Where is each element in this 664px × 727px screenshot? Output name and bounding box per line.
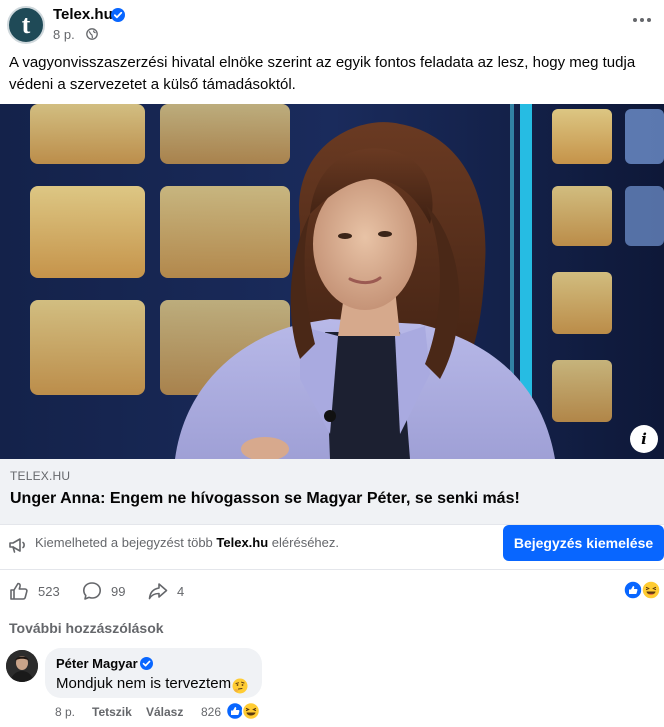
post-timestamp[interactable]: 8 p.	[53, 27, 75, 42]
action-bar: 523 99 4	[0, 572, 664, 610]
comment-reactions-icon[interactable]	[225, 701, 261, 721]
comment-reply-button[interactable]: Válasz	[146, 705, 183, 719]
commenter-avatar[interactable]	[6, 650, 38, 682]
page-name-link[interactable]: Telex.hu	[53, 6, 113, 23]
comment-author[interactable]: Péter Magyar	[56, 656, 138, 671]
comment-time[interactable]: 8 p.	[55, 705, 75, 719]
boost-post-button[interactable]: Bejegyzés kiemelése	[503, 525, 664, 561]
more-dots-icon	[633, 18, 637, 22]
link-domain: TELEX.HU	[10, 469, 71, 483]
like-reaction-icon	[225, 701, 245, 721]
logo-letter: t	[21, 10, 31, 39]
comment-icon	[83, 582, 101, 600]
comment-count: 99	[111, 583, 126, 599]
comment-button[interactable]: 99	[82, 580, 125, 602]
promotion-page-name: Telex.hu	[216, 535, 269, 550]
share-icon	[148, 583, 168, 600]
comment-like-button[interactable]: Tetszik	[92, 705, 132, 719]
like-icon	[10, 582, 28, 600]
like-button[interactable]: 523	[9, 580, 60, 602]
comment-bubble: Péter Magyar Mondjuk nem is terveztem	[45, 648, 262, 698]
more-comments-link[interactable]: További hozzászólások	[9, 620, 164, 636]
reactions-summary[interactable]	[623, 580, 663, 600]
comment-reaction-count[interactable]: 826	[201, 705, 221, 719]
promotion-text: Kiemelheted a bejegyzést több Telex.hu e…	[35, 535, 340, 550]
link-title[interactable]: Unger Anna: Engem ne hívogasson se Magya…	[10, 490, 520, 508]
share-button[interactable]: 4	[148, 580, 184, 602]
like-reaction-icon	[623, 580, 643, 600]
globe-icon	[86, 28, 98, 40]
info-icon[interactable]: i	[630, 425, 658, 453]
link-preview-image[interactable]: i	[0, 104, 664, 459]
post-header: t Telex.hu 8 p.	[0, 0, 664, 50]
comment-text: Mondjuk nem is terveztem	[56, 675, 232, 692]
share-count: 4	[177, 583, 185, 599]
promotion-bar: Kiemelheted a bejegyzést több Telex.hu e…	[0, 524, 664, 570]
page-avatar[interactable]: t	[7, 6, 45, 44]
thinking-emoji-icon	[232, 678, 248, 694]
more-options-button[interactable]	[628, 10, 656, 30]
verified-badge-icon	[111, 8, 125, 22]
haha-reaction-icon	[241, 701, 261, 721]
studio-photo	[0, 104, 664, 459]
like-count: 523	[38, 583, 60, 599]
link-preview[interactable]: TELEX.HU Unger Anna: Engem ne hívogasson…	[0, 459, 664, 524]
haha-reaction-icon	[641, 580, 661, 600]
post-message: A vagyonvisszaszerzési hivatal elnöke sz…	[9, 54, 636, 93]
megaphone-icon	[9, 538, 25, 553]
verified-badge-icon	[140, 657, 153, 670]
